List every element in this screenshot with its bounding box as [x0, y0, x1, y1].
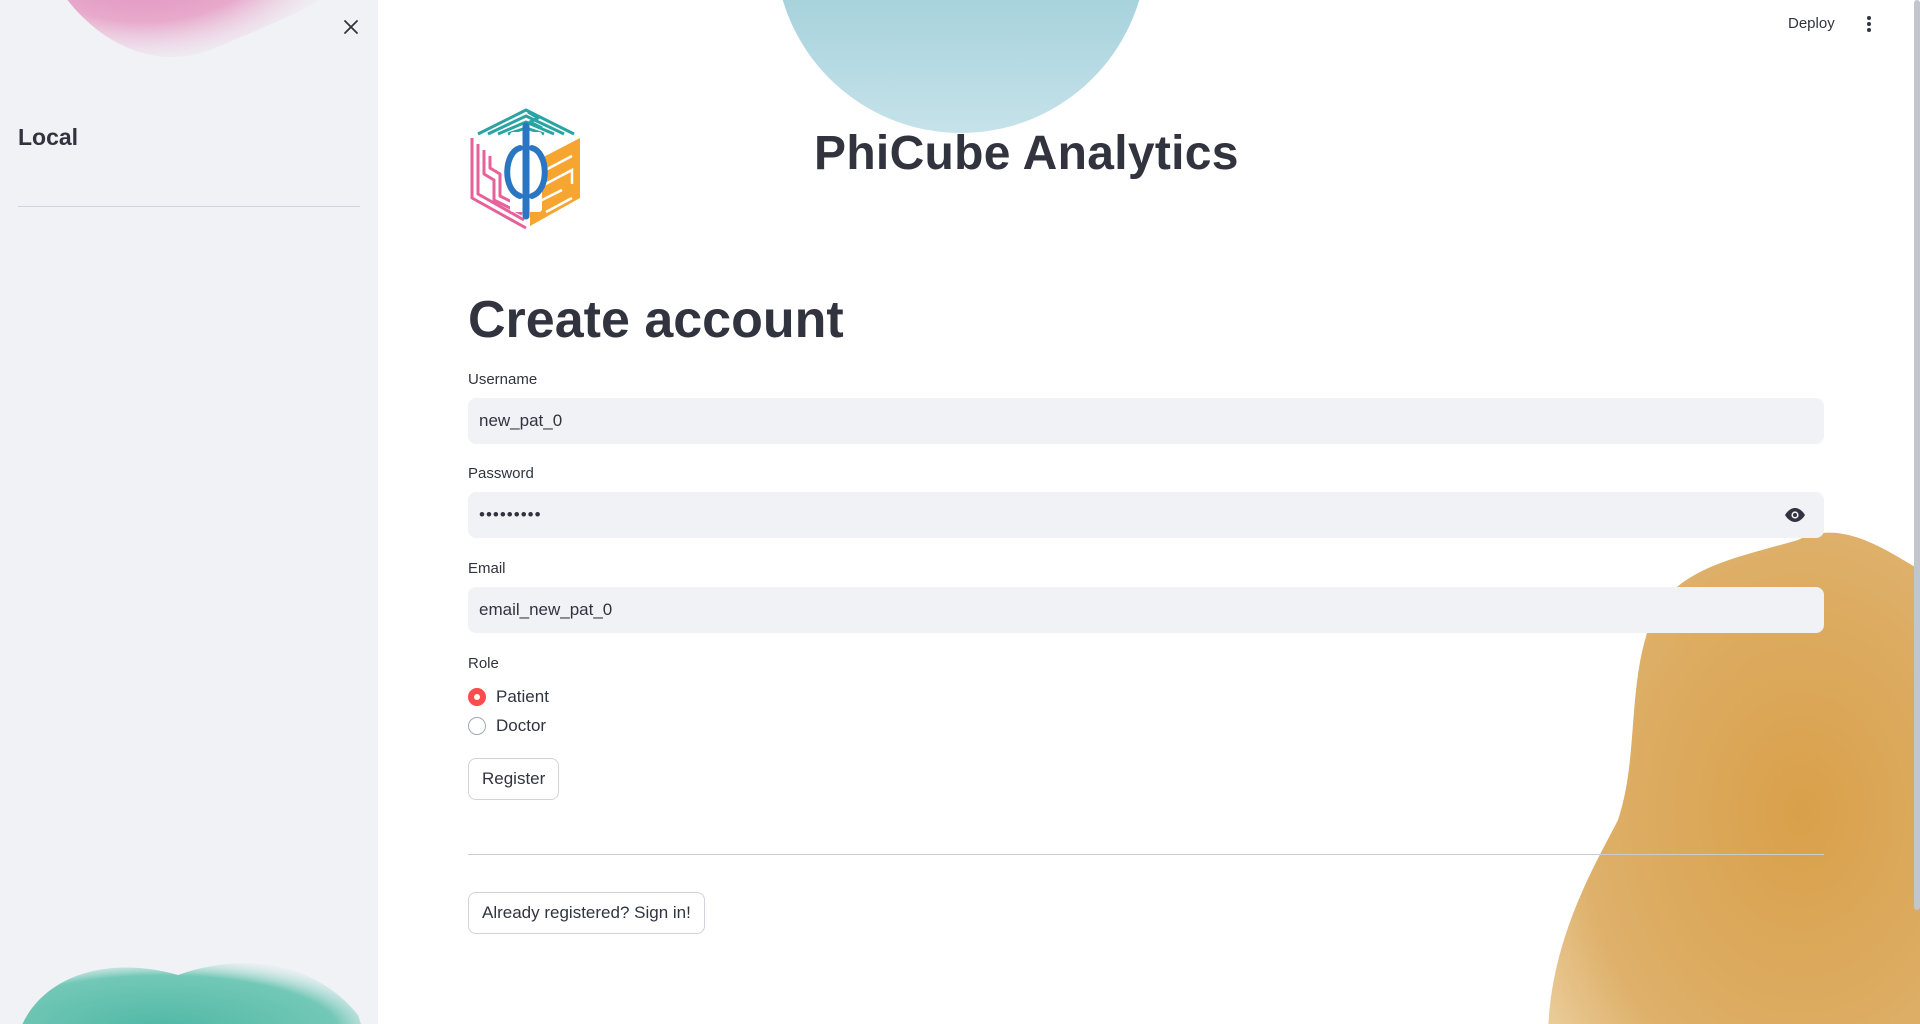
sign-in-button[interactable]: Already registered? Sign in! [468, 892, 705, 934]
more-vertical-icon [1867, 16, 1871, 32]
role-label: Role [468, 655, 499, 672]
phicube-logo [470, 106, 580, 230]
password-field [468, 492, 1824, 538]
decorative-blob-pink [67, 0, 320, 57]
role-option-label: Doctor [496, 716, 547, 735]
role-option-doctor[interactable]: Doctor [468, 714, 546, 738]
app-root: Local Deploy PhiCube Analytics Create ac… [0, 0, 1920, 1024]
section-divider [468, 854, 1824, 855]
role-option-label: Patient [496, 687, 549, 706]
role-option-patient[interactable]: Patient [468, 685, 549, 709]
password-label: Password [468, 465, 534, 482]
scrollbar[interactable] [1914, 0, 1920, 910]
radio-selected-indicator [468, 688, 486, 706]
show-password-toggle[interactable] [1782, 502, 1808, 528]
email-input[interactable] [468, 587, 1824, 633]
close-icon [344, 20, 358, 34]
sidebar: Local [0, 0, 378, 1024]
email-label: Email [468, 560, 506, 577]
brand-title: PhiCube Analytics [814, 127, 1239, 180]
decorative-blob-green [22, 963, 361, 1024]
sidebar-divider [18, 206, 360, 207]
close-sidebar-button[interactable] [336, 12, 366, 42]
eye-icon [1785, 508, 1805, 522]
username-input[interactable] [468, 398, 1824, 444]
deploy-button[interactable]: Deploy [1784, 12, 1839, 36]
register-button[interactable]: Register [468, 758, 560, 800]
main-menu-button[interactable] [1855, 10, 1883, 38]
decorative-circle-teal [782, 0, 1140, 133]
main-content: Deploy PhiCube Analytics Create account … [378, 0, 1920, 1024]
password-input[interactable] [468, 492, 1824, 538]
sidebar-title: Local [18, 124, 79, 150]
username-label: Username [468, 371, 538, 388]
page-title: Create account [468, 291, 844, 349]
radio-unselected-indicator [468, 717, 486, 735]
